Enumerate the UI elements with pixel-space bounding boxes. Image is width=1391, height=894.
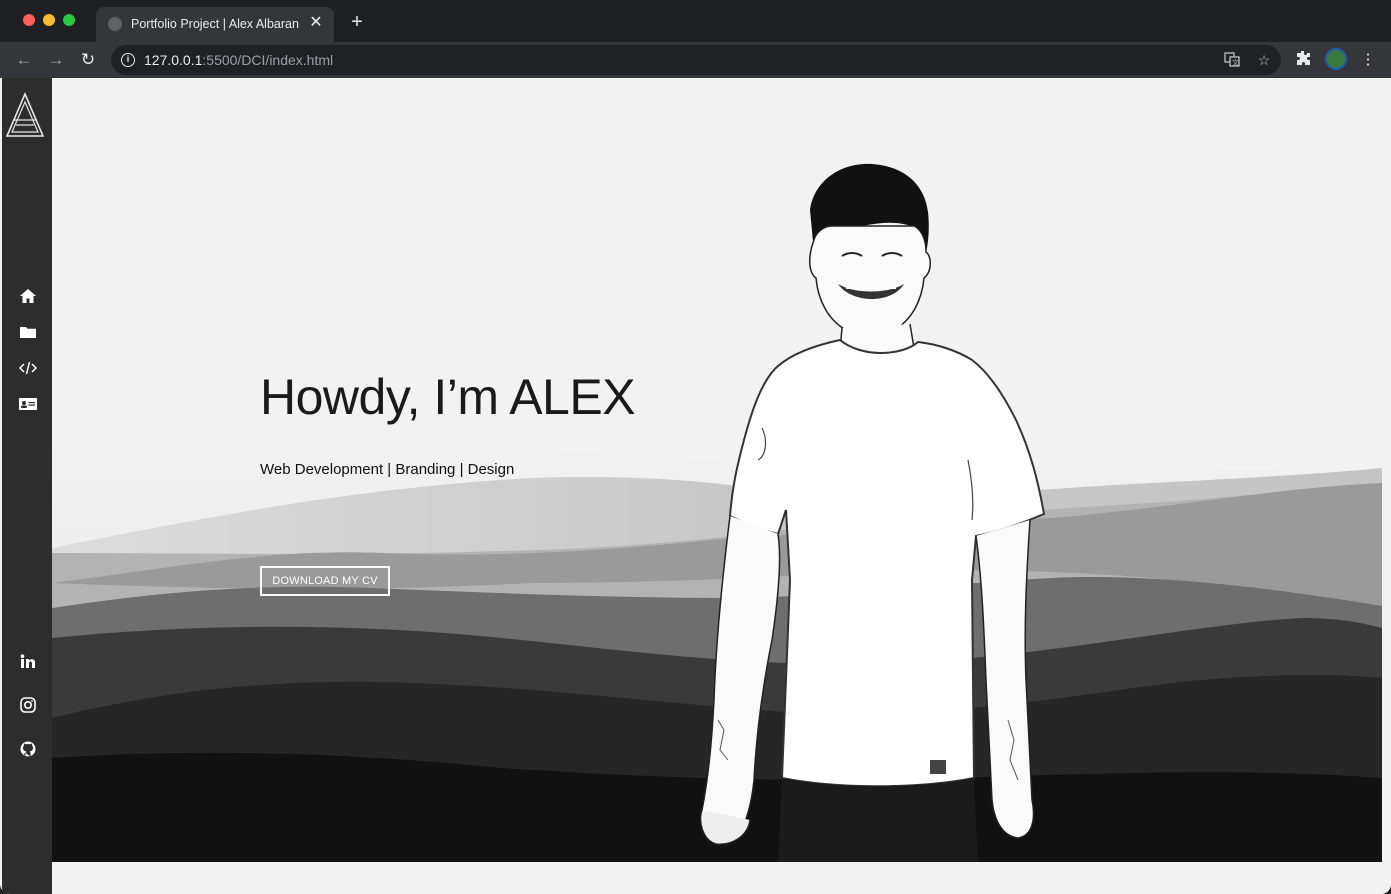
close-window-button[interactable] <box>23 14 35 26</box>
tab-strip: Portfolio Project | Alex Albaran ✕ + <box>0 0 1391 42</box>
svg-text:文: 文 <box>1232 58 1239 67</box>
browser-menu-icon[interactable]: ⋮ <box>1358 50 1378 70</box>
hero-headline: Howdy, I’m ALEX <box>260 369 636 425</box>
page-viewport: Howdy, I’m ALEX Web Development | Brandi… <box>0 78 1391 894</box>
info-icon[interactable]: i <box>121 53 135 67</box>
alex-portrait-illustration <box>699 163 1046 862</box>
browser-toolbar: ← → ↻ i 127.0.0.1:5500/DCI/index.html 文 … <box>0 42 1391 78</box>
address-bar[interactable]: i 127.0.0.1:5500/DCI/index.html 文 ☆ <box>111 45 1281 75</box>
maximize-window-button[interactable] <box>63 14 75 26</box>
home-icon[interactable] <box>18 286 38 306</box>
new-tab-button[interactable]: + <box>347 12 367 32</box>
page-scroll-gutter <box>1382 78 1391 894</box>
url-text[interactable]: 127.0.0.1:5500/DCI/index.html <box>144 52 333 68</box>
sidebar <box>2 78 52 894</box>
back-button[interactable]: ← <box>12 48 36 72</box>
translate-icon[interactable]: 文 <box>1223 51 1241 69</box>
browser-tab[interactable]: Portfolio Project | Alex Albaran ✕ <box>96 7 334 42</box>
github-icon[interactable] <box>18 739 38 759</box>
instagram-icon[interactable] <box>18 695 38 715</box>
tab-title: Portfolio Project | Alex Albaran <box>131 17 299 31</box>
globe-icon <box>108 17 122 31</box>
id-card-icon[interactable] <box>18 394 38 414</box>
download-cv-button[interactable]: DOWNLOAD MY CV <box>260 566 390 596</box>
folder-icon[interactable] <box>18 322 38 342</box>
bookmark-star-icon[interactable]: ☆ <box>1255 51 1273 69</box>
hero-subline: Web Development | Branding | Design <box>260 461 515 478</box>
forward-button[interactable]: → <box>44 48 68 72</box>
profile-avatar[interactable] <box>1325 48 1347 70</box>
browser-window: Portfolio Project | Alex Albaran ✕ + ← →… <box>0 0 1391 894</box>
reload-button[interactable]: ↻ <box>76 48 100 72</box>
aa-triangle-logo[interactable] <box>5 92 45 138</box>
close-tab-icon[interactable]: ✕ <box>308 15 324 31</box>
minimize-window-button[interactable] <box>43 14 55 26</box>
code-icon[interactable] <box>18 358 38 378</box>
extensions-icon[interactable] <box>1293 50 1313 70</box>
linkedin-icon[interactable] <box>18 652 38 672</box>
hero-section: Howdy, I’m ALEX Web Development | Brandi… <box>52 78 1382 862</box>
